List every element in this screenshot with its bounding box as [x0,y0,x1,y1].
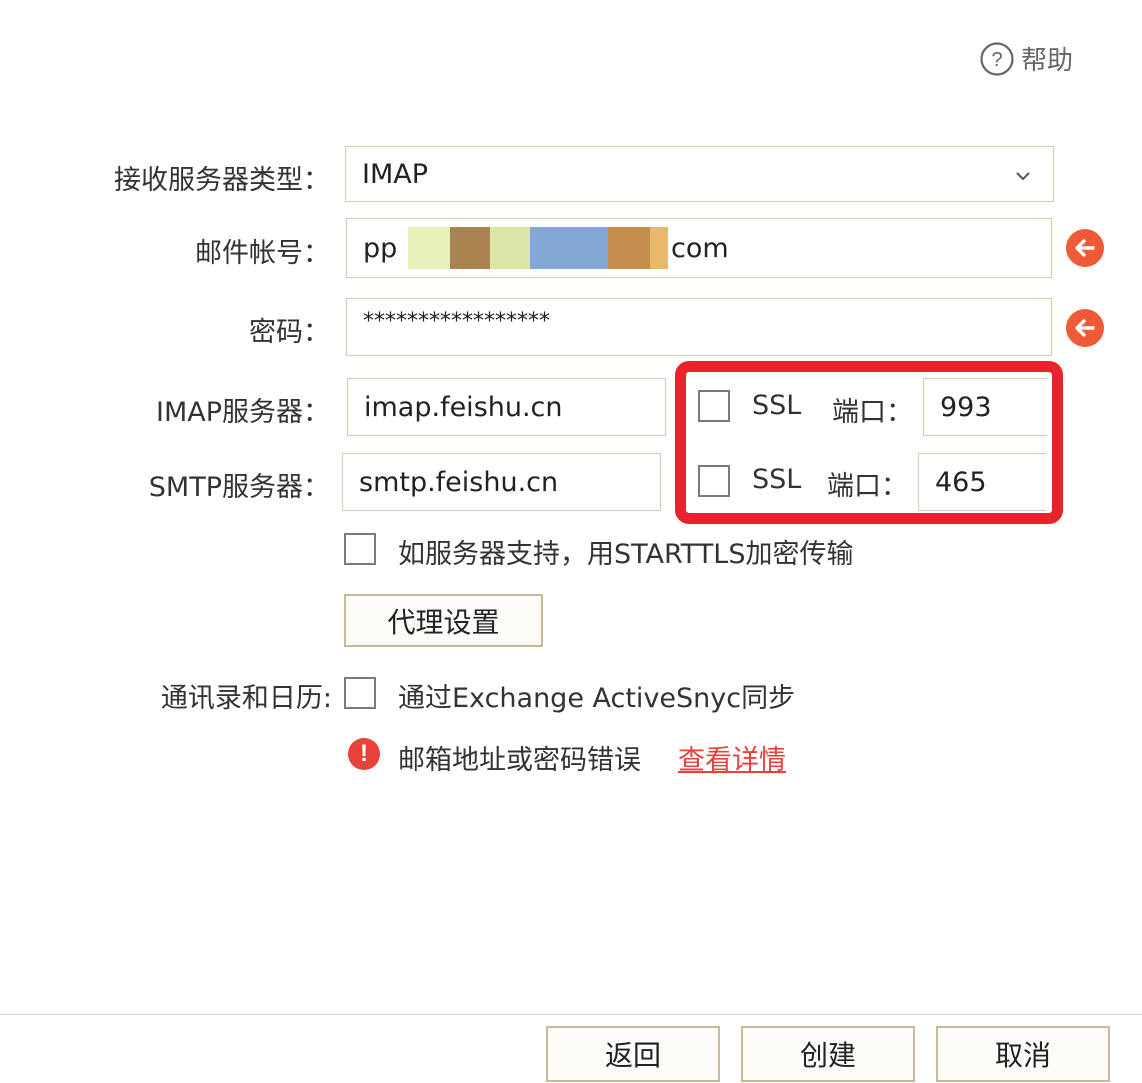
smtp-server-field[interactable]: smtp.feishu.cn [342,453,661,511]
activesync-label: 通过Exchange ActiveSnyc同步 [398,683,796,714]
account-value-prefix: pp [363,232,398,264]
create-button[interactable]: 创建 [741,1026,915,1082]
server-type-value: IMAP [362,158,429,190]
starttls-label: 如服务器支持，用STARTTLS加密传输 [398,539,854,570]
clear-account-button[interactable] [1066,229,1104,267]
proxy-settings-button[interactable]: 代理设置 [344,594,543,647]
help-link[interactable]: ? 帮助 [979,40,1073,77]
password-field[interactable]: ***************** [346,298,1052,356]
back-button[interactable]: 返回 [546,1026,720,1082]
question-circle-icon: ? [980,41,1014,76]
password-value: ***************** [363,309,550,334]
imap-server-field[interactable]: imap.feishu.cn [347,378,666,436]
imap-label: IMAP服务器： [155,397,330,428]
arrow-left-icon [1075,239,1095,257]
smtp-server-value: smtp.feishu.cn [359,466,559,498]
server-type-select[interactable]: IMAP [345,146,1054,202]
server-type-label: 接收服务器类型： [114,165,330,196]
clear-password-button[interactable] [1066,309,1104,347]
error-message: 邮箱地址或密码错误 [398,745,641,776]
account-value-suffix: com [671,232,729,264]
arrow-left-icon [1075,319,1095,337]
svg-text:?: ? [991,49,1002,71]
imap-server-value: imap.feishu.cn [364,391,563,423]
password-label: 密码： [249,317,330,348]
smtp-label: SMTP服务器： [148,472,330,503]
contacts-label: 通讯录和日历: [160,683,332,714]
highlight-box [675,361,1063,524]
activesync-checkbox[interactable] [344,677,376,709]
error-details-link[interactable]: 查看详情 [678,738,786,777]
chevron-down-icon [1016,172,1030,181]
starttls-checkbox[interactable] [344,533,376,565]
cancel-button[interactable]: 取消 [936,1026,1110,1082]
account-label: 邮件帐号： [195,238,330,269]
help-label: 帮助 [1021,46,1074,76]
footer-divider [0,1014,1142,1015]
error-icon: ! [348,738,380,770]
